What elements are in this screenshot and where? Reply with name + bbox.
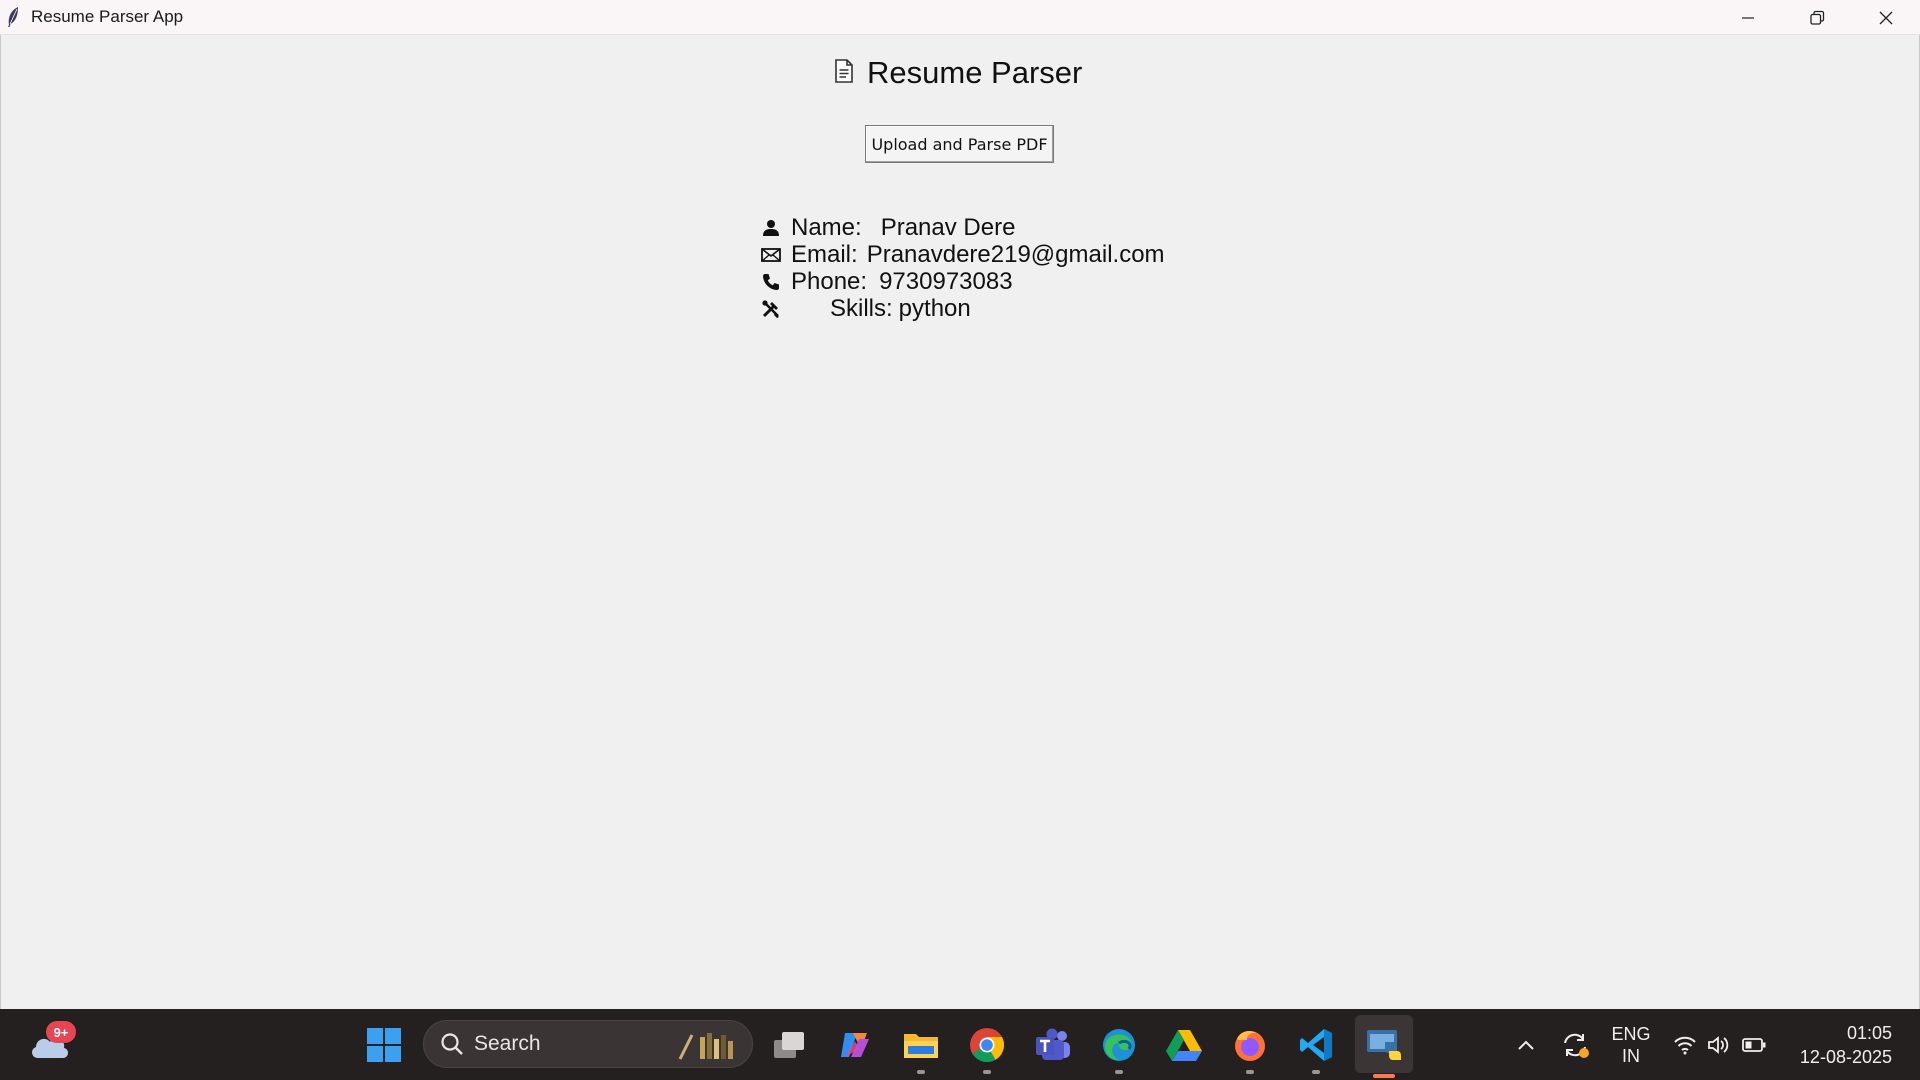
restore-icon bbox=[1809, 10, 1824, 25]
firefox-button[interactable] bbox=[1226, 1021, 1274, 1074]
skills-value: python bbox=[898, 294, 971, 322]
vscode-button[interactable] bbox=[1292, 1021, 1340, 1074]
taskbar-search[interactable]: Search bbox=[423, 1020, 753, 1068]
feather-icon[interactable] bbox=[6, 5, 26, 29]
phone-value: 9730973083 bbox=[879, 267, 1013, 295]
email-row: Email: Pranavdere219@gmail.com bbox=[761, 241, 1165, 268]
copilot-icon bbox=[841, 1033, 869, 1057]
window-controls bbox=[1713, 0, 1920, 35]
start-button[interactable] bbox=[364, 1025, 404, 1065]
task-view-button[interactable] bbox=[766, 1021, 814, 1069]
envelope-icon bbox=[761, 245, 781, 265]
skills-row: Skills: python bbox=[761, 295, 1165, 322]
title-bar: Resume Parser App bbox=[0, 0, 1920, 35]
running-indicator bbox=[917, 1070, 925, 1074]
app-heading: Resume Parser bbox=[833, 55, 1082, 91]
time-text: 01:05 bbox=[1846, 1023, 1892, 1043]
sync-status-button[interactable] bbox=[1557, 1029, 1593, 1061]
network-volume-battery[interactable] bbox=[1670, 1029, 1770, 1061]
python-app-button[interactable] bbox=[1355, 1015, 1413, 1078]
date-text: 12-08-2025 bbox=[1799, 1047, 1892, 1067]
chrome-icon bbox=[970, 1028, 1004, 1062]
running-indicator bbox=[1246, 1070, 1254, 1074]
parsed-fields: Name: Pranav Dere Email: Pranavdere219@g… bbox=[761, 214, 1165, 322]
google-drive-button[interactable] bbox=[1160, 1021, 1208, 1069]
windows-icon bbox=[367, 1028, 401, 1062]
teams-button[interactable] bbox=[1029, 1021, 1077, 1069]
show-hidden-icons-button[interactable] bbox=[1510, 1031, 1542, 1059]
running-indicator bbox=[1312, 1070, 1320, 1074]
upload-parse-pdf-button[interactable]: Upload and Parse PDF bbox=[865, 125, 1054, 163]
chevron-up-icon bbox=[1518, 1040, 1534, 1050]
taskbar: 9+ Search ENG IN 01:05 12-08-2025 bbox=[0, 1009, 1920, 1080]
volume-icon bbox=[1708, 1036, 1729, 1054]
email-value: Pranavdere219@gmail.com bbox=[866, 240, 1165, 268]
page-title: Resume Parser bbox=[867, 55, 1083, 90]
close-icon bbox=[1879, 11, 1892, 24]
window-title: Resume Parser App bbox=[31, 7, 184, 26]
file-explorer-button[interactable] bbox=[897, 1021, 945, 1074]
tools-icon bbox=[761, 299, 781, 319]
phone-icon bbox=[761, 272, 781, 292]
google-drive-icon bbox=[1166, 1030, 1202, 1061]
wifi-icon bbox=[1674, 1036, 1696, 1055]
language-code: ENG bbox=[1611, 1024, 1651, 1044]
app-window-content: Resume Parser Upload and Parse PDF Name:… bbox=[0, 35, 1920, 1009]
running-indicator bbox=[983, 1070, 991, 1074]
restore-button[interactable] bbox=[1782, 0, 1851, 35]
skills-label: Skills: bbox=[830, 294, 893, 322]
notification-badge: 9+ bbox=[46, 1021, 76, 1043]
region-code: IN bbox=[1622, 1046, 1640, 1066]
firefox-icon bbox=[1235, 1031, 1265, 1061]
document-icon bbox=[833, 58, 855, 88]
close-button[interactable] bbox=[1851, 0, 1920, 35]
running-indicator bbox=[1115, 1070, 1123, 1074]
file-explorer-icon bbox=[904, 1034, 938, 1058]
phone-row: Phone: 9730973083 bbox=[761, 268, 1165, 295]
search-placeholder: Search bbox=[474, 1032, 541, 1055]
edge-icon bbox=[1103, 1029, 1135, 1061]
chrome-button[interactable] bbox=[963, 1021, 1011, 1074]
clock[interactable]: 01:05 12-08-2025 bbox=[1800, 1021, 1892, 1069]
email-label: Email: bbox=[791, 240, 858, 268]
name-value: Pranav Dere bbox=[880, 213, 1016, 241]
person-icon bbox=[761, 218, 781, 238]
phone-label: Phone: bbox=[791, 267, 868, 295]
name-row: Name: Pranav Dere bbox=[761, 214, 1165, 241]
search-icon bbox=[441, 1033, 463, 1055]
name-label: Name: bbox=[791, 213, 862, 241]
books-icon bbox=[678, 1033, 733, 1060]
weather-widget[interactable]: 9+ bbox=[24, 1021, 76, 1067]
copilot-button[interactable] bbox=[831, 1021, 879, 1069]
edge-button[interactable] bbox=[1095, 1021, 1143, 1074]
active-indicator bbox=[1373, 1074, 1395, 1078]
language-indicator[interactable]: ENG IN bbox=[1606, 1023, 1656, 1067]
python-icon bbox=[1367, 1030, 1401, 1060]
minimize-button[interactable] bbox=[1713, 0, 1782, 35]
battery-icon bbox=[1742, 1038, 1766, 1052]
task-view-icon bbox=[774, 1032, 804, 1058]
sync-icon bbox=[1564, 1033, 1589, 1058]
vscode-icon bbox=[1300, 1029, 1332, 1061]
teams-icon bbox=[1036, 1028, 1070, 1060]
minimize-icon bbox=[1741, 16, 1754, 19]
